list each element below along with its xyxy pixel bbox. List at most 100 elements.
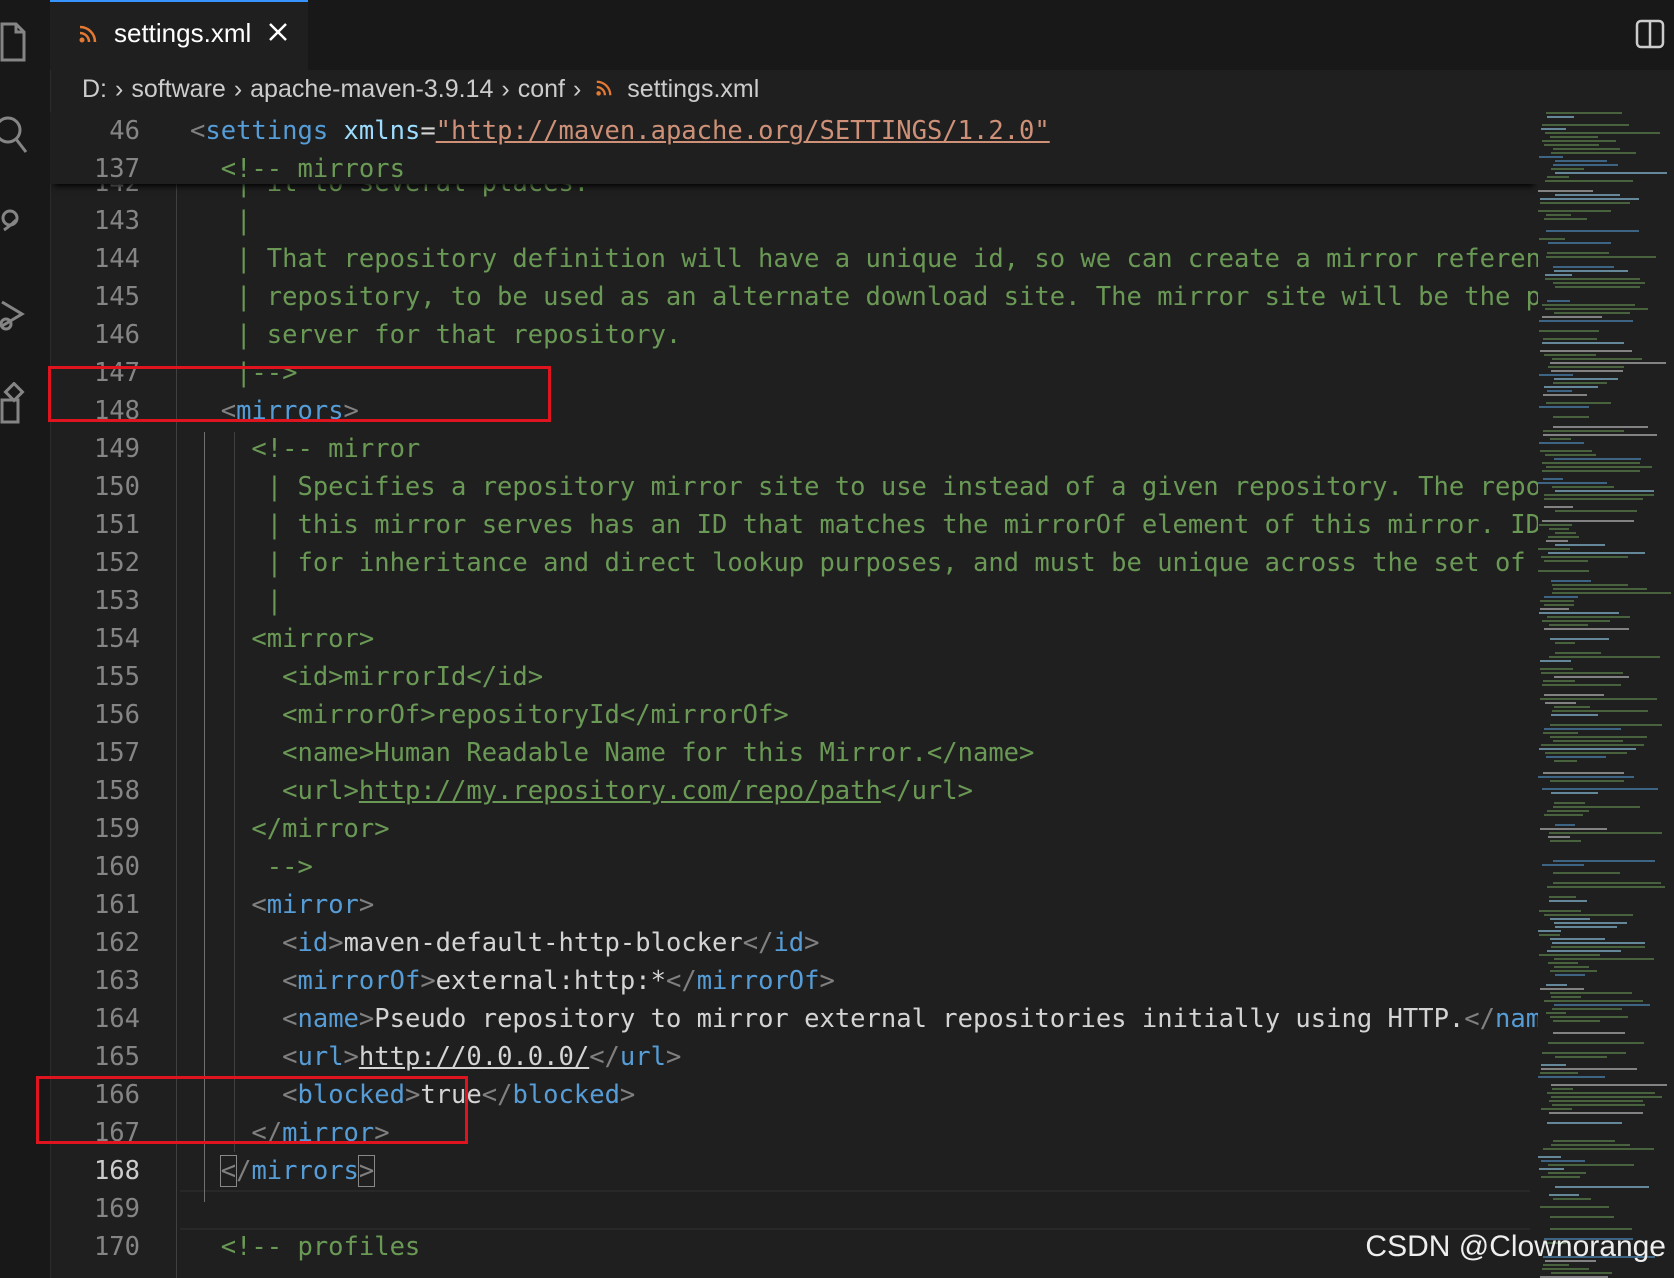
minimap-line xyxy=(1551,792,1598,794)
code-token: maven-default-http-blocker xyxy=(343,928,743,958)
minimap-line xyxy=(1546,402,1611,404)
sticky-lines[interactable]: <settings xmlns="http://maven.apache.org… xyxy=(190,112,1050,188)
code-line[interactable]: <settings xmlns="http://maven.apache.org… xyxy=(190,112,1050,150)
minimap-line xyxy=(1544,144,1599,146)
code-line[interactable] xyxy=(190,1190,1538,1228)
code-token: < xyxy=(251,890,267,920)
code-line[interactable]: <name>Pseudo repository to mirror extern… xyxy=(190,1000,1538,1038)
code-line[interactable]: | server for that repository. xyxy=(190,316,1538,354)
minimap-line xyxy=(1551,370,1623,372)
code-token: > xyxy=(328,928,344,958)
code-token: </mirror> xyxy=(190,814,390,844)
code-line[interactable]: <url>http://0.0.0.0/</url> xyxy=(190,1038,1538,1076)
source-control-icon[interactable] xyxy=(0,202,34,242)
minimap-line xyxy=(1549,900,1587,902)
code-line[interactable]: <!-- mirrors xyxy=(190,150,1050,188)
code-line[interactable]: | repository, to be used as an alternate… xyxy=(190,278,1538,316)
code-line[interactable]: <!-- mirror xyxy=(190,430,1538,468)
close-icon[interactable] xyxy=(264,16,294,46)
minimap-line xyxy=(1542,462,1640,464)
search-icon[interactable] xyxy=(0,112,34,153)
rss-icon xyxy=(595,75,613,103)
minimap-line xyxy=(1546,1012,1566,1014)
code-token: > xyxy=(343,1042,359,1072)
minimap-line xyxy=(1553,416,1589,418)
minimap-line xyxy=(1555,1186,1649,1188)
run-debug-icon[interactable] xyxy=(0,294,34,334)
breadcrumb-folder-conf[interactable]: conf xyxy=(518,75,565,103)
minimap-line xyxy=(1554,378,1618,380)
code-line[interactable]: | xyxy=(190,582,1538,620)
code-token: > xyxy=(420,966,436,996)
minimap[interactable] xyxy=(1538,112,1674,1278)
minimap-line xyxy=(1554,760,1577,762)
code-line[interactable]: </mirrors> xyxy=(190,1152,1538,1190)
minimap-line xyxy=(1545,278,1640,280)
extensions-icon[interactable] xyxy=(0,381,34,424)
code-line[interactable]: | That repository definition will have a… xyxy=(190,240,1538,278)
minimap-line xyxy=(1555,1056,1607,1058)
minimap-line xyxy=(1550,780,1624,782)
minimap-line xyxy=(1553,282,1645,284)
line-number: 157 xyxy=(93,738,140,768)
minimap-line xyxy=(1553,1140,1615,1142)
code-line[interactable]: <name>Human Readable Name for this Mirro… xyxy=(190,734,1538,772)
code-token: > xyxy=(804,928,820,958)
watermark: CSDN @Clownorange xyxy=(1365,1230,1666,1263)
line-number: 144 xyxy=(93,244,140,274)
code-token: > xyxy=(357,1155,376,1187)
explorer-icon[interactable] xyxy=(0,20,34,62)
code-line[interactable]: <url>http://my.repository.com/repo/path<… xyxy=(190,772,1538,810)
minimap-line xyxy=(1538,210,1611,212)
code-token: | Specifies a repository mirror site to … xyxy=(190,472,1538,502)
minimap-line xyxy=(1540,698,1657,700)
code-line[interactable]: <id>maven-default-http-blocker</id> xyxy=(190,924,1538,962)
minimap-line xyxy=(1541,1108,1572,1110)
code-token: | server for that repository. xyxy=(190,320,682,350)
code-line[interactable]: </mirror> xyxy=(190,810,1538,848)
minimap-line xyxy=(1547,390,1572,392)
code-line[interactable]: | for inheritance and direct lookup purp… xyxy=(190,544,1538,582)
minimap-line xyxy=(1545,752,1627,754)
minimap-line xyxy=(1542,304,1635,306)
sticky-scroll[interactable]: 46 137 <settings xmlns="http://maven.apac… xyxy=(50,112,1538,184)
code-line[interactable]: <!-- profiles xyxy=(190,1228,1538,1266)
split-editor-icon[interactable] xyxy=(1634,18,1666,50)
minimap-line xyxy=(1538,482,1607,484)
minimap-line xyxy=(1552,710,1648,712)
minimap-line xyxy=(1545,308,1648,310)
code-line[interactable]: | Specifies a repository mirror site to … xyxy=(190,468,1538,506)
minimap-line xyxy=(1548,962,1578,964)
line-number: 137 xyxy=(93,154,140,184)
code-line[interactable]: | xyxy=(190,202,1538,240)
code-token: name xyxy=(297,1004,359,1034)
code-line[interactable]: <id>mirrorId</id> xyxy=(190,658,1538,696)
breadcrumb-folder-maven[interactable]: apache-maven-3.9.14 xyxy=(250,75,493,103)
breadcrumb-folder-software[interactable]: software xyxy=(131,75,225,103)
breadcrumb-file[interactable]: settings.xml xyxy=(627,75,759,103)
minimap-line xyxy=(1540,828,1607,830)
minimap-line xyxy=(1555,286,1640,288)
code-line[interactable]: <mirror> xyxy=(190,620,1538,658)
breadcrumb-drive[interactable]: D: xyxy=(82,75,107,103)
code-token: < xyxy=(282,966,298,996)
minimap-line xyxy=(1547,300,1570,302)
minimap-line xyxy=(1543,338,1597,340)
tab-settings-xml[interactable]: settings.xml xyxy=(50,0,308,70)
code-token: | this mirror serves has an ID that matc… xyxy=(190,510,1538,540)
code-line[interactable]: <mirror> xyxy=(190,886,1538,924)
code-token: mirrorOf xyxy=(297,966,421,996)
minimap-line xyxy=(1544,728,1621,730)
code-line[interactable]: <mirrorOf>repositoryId</mirrorOf> xyxy=(190,696,1538,734)
minimap-line xyxy=(1544,506,1573,508)
minimap-line xyxy=(1539,910,1581,912)
code-line[interactable]: --> xyxy=(190,848,1538,886)
minimap-line xyxy=(1551,1096,1662,1098)
code-line[interactable]: | this mirror serves has an ID that matc… xyxy=(190,506,1538,544)
chevron-right-icon: › xyxy=(115,74,124,103)
code-line[interactable]: <mirrorOf>external:http:*</mirrorOf> xyxy=(190,962,1538,1000)
minimap-line xyxy=(1555,642,1575,644)
minimap-line xyxy=(1550,638,1609,640)
minimap-line xyxy=(1542,520,1634,522)
